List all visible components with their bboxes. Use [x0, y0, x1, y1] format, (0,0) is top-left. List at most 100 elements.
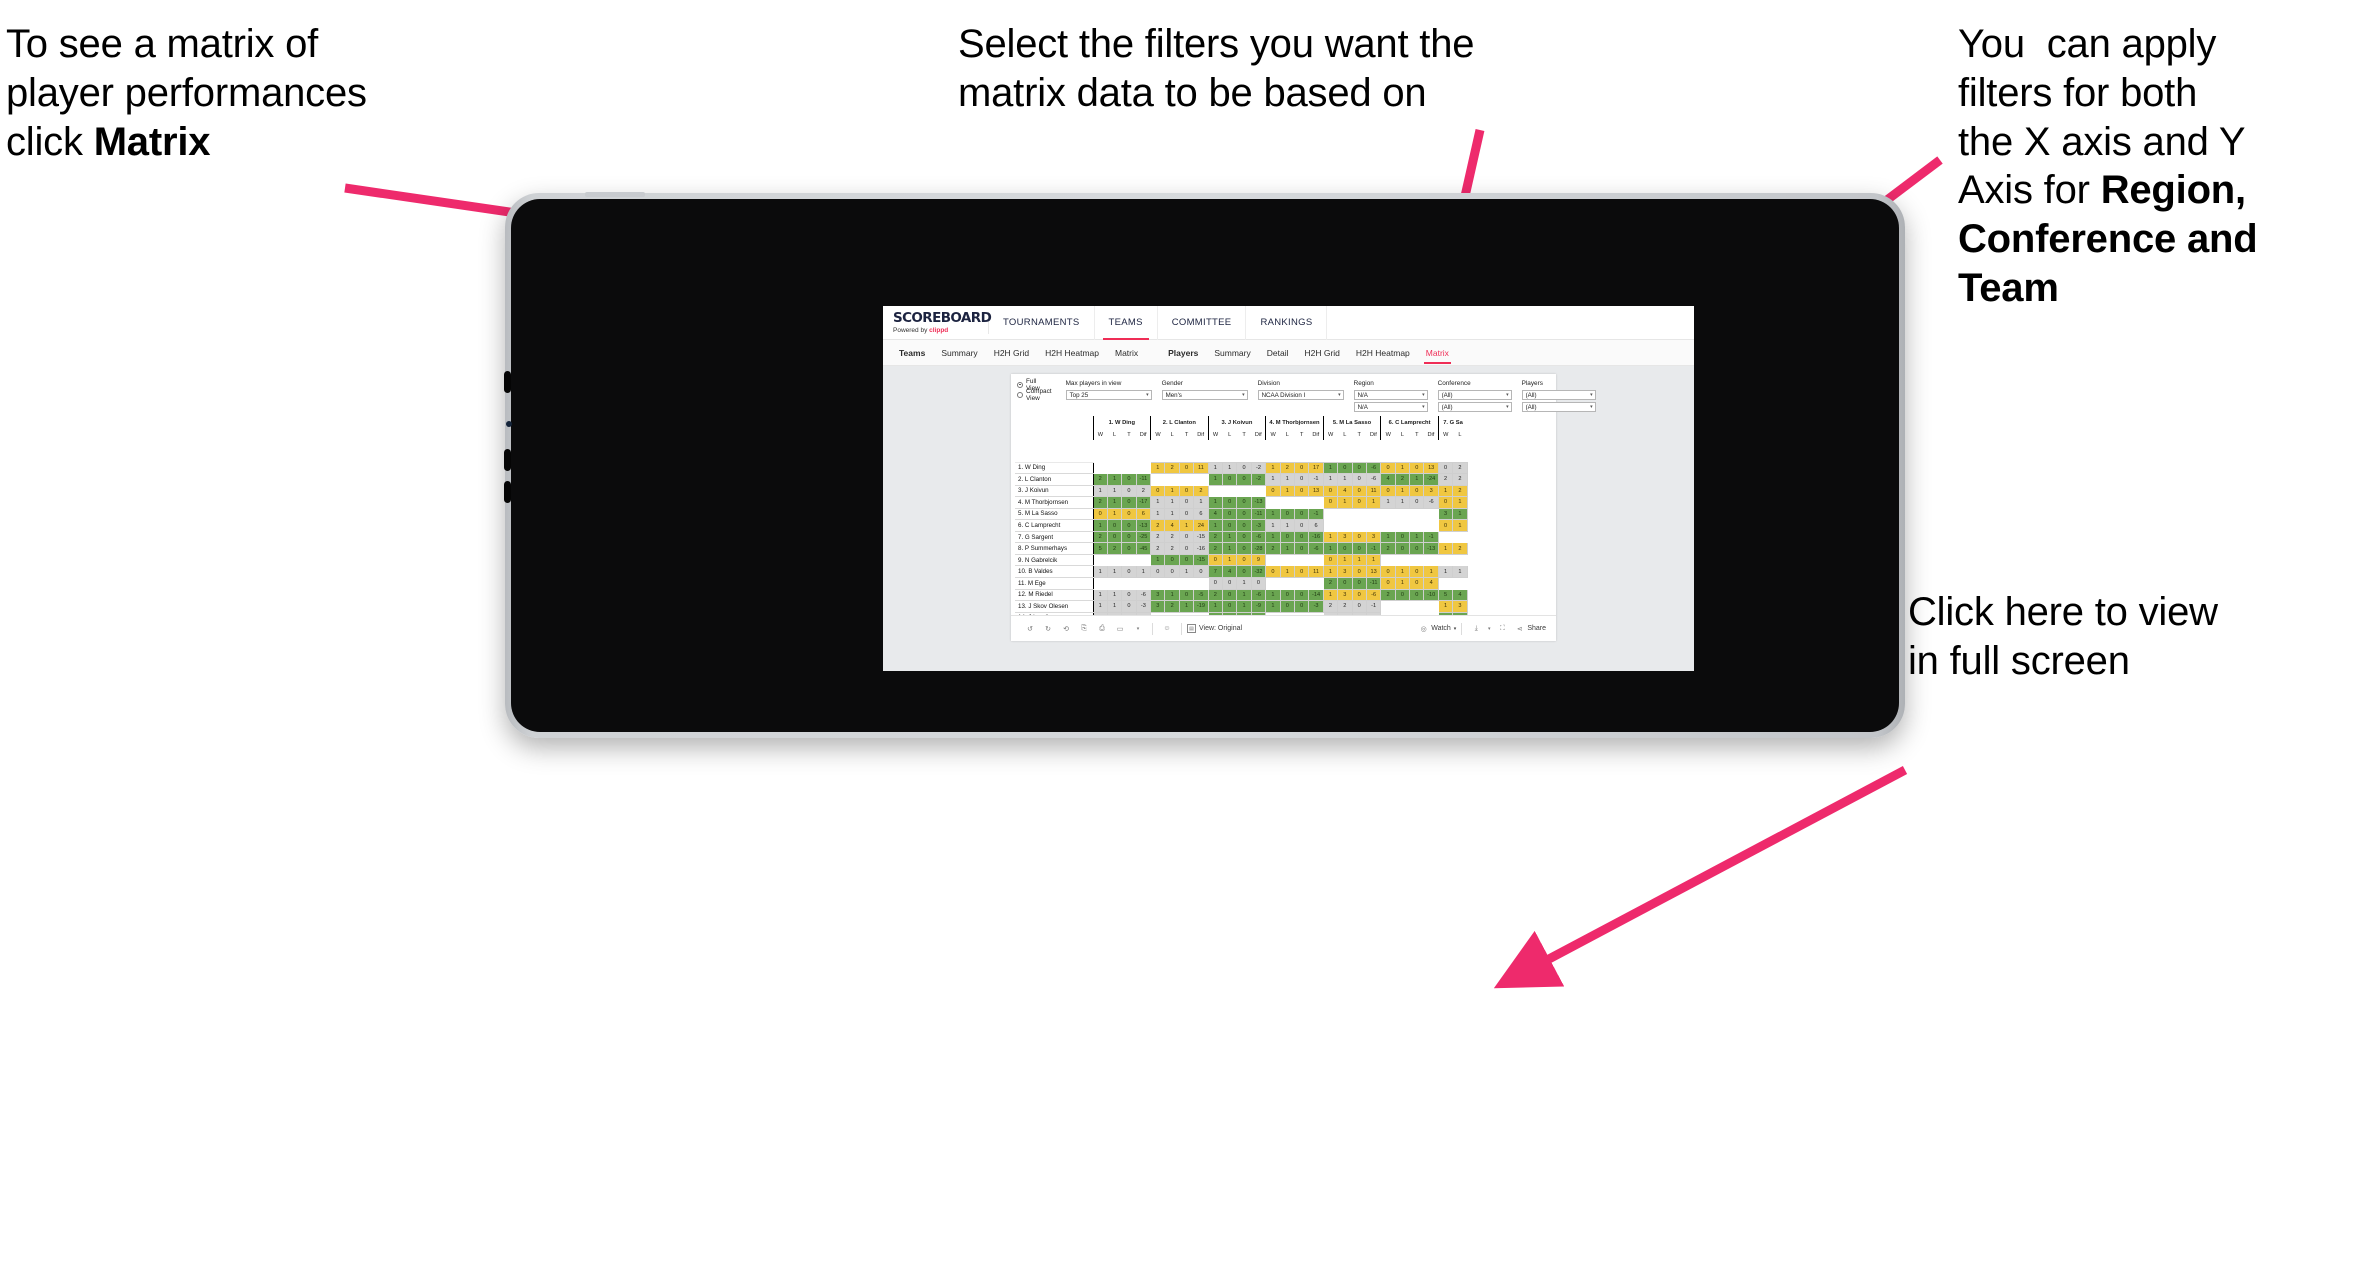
matrix-cell[interactable]: 0: [1236, 507, 1252, 521]
matrix-cell[interactable]: [1279, 576, 1295, 590]
matrix-cell[interactable]: [1423, 553, 1439, 567]
matrix-cell[interactable]: 4: [1164, 519, 1180, 532]
matrix-cell[interactable]: 0: [1293, 588, 1310, 602]
matrix-cell[interactable]: -11: [1250, 507, 1267, 521]
matrix-cell[interactable]: 3: [1452, 600, 1468, 613]
matrix-cell[interactable]: [1337, 507, 1353, 521]
matrix-cell[interactable]: -11: [1135, 473, 1152, 486]
matrix-cell[interactable]: -13: [1135, 519, 1152, 532]
revert-icon[interactable]: ⟲: [1057, 620, 1075, 638]
refresh-icon[interactable]: ⎘: [1075, 620, 1093, 638]
matrix-cell[interactable]: 3: [1337, 530, 1353, 544]
matrix-cell[interactable]: -1: [1365, 600, 1382, 613]
filter-division-select[interactable]: NCAA Division I ▾: [1257, 390, 1344, 400]
matrix-cell[interactable]: 1: [1337, 473, 1353, 486]
matrix-cell[interactable]: 0: [1293, 530, 1310, 544]
matrix-cell[interactable]: 0: [1164, 553, 1180, 567]
matrix-cell[interactable]: 11: [1193, 461, 1209, 475]
matrix-cell[interactable]: 0: [1293, 600, 1310, 613]
matrix-cell[interactable]: 0: [1351, 576, 1367, 590]
matrix-cell[interactable]: [1106, 576, 1123, 590]
matrix-cell[interactable]: [1106, 553, 1123, 567]
tablet-volume-down-button[interactable]: [504, 481, 511, 503]
matrix-cell[interactable]: 0: [1178, 496, 1195, 509]
matrix-cell[interactable]: 4: [1207, 507, 1224, 521]
radio-compact-view[interactable]: Compact View: [1017, 388, 1052, 402]
matrix-cell[interactable]: 0: [1121, 519, 1137, 532]
matrix-cell[interactable]: 1: [1322, 542, 1339, 555]
matrix-cell[interactable]: -28: [1250, 542, 1267, 555]
matrix-cell[interactable]: [1135, 576, 1152, 590]
matrix-cell[interactable]: 1: [1222, 553, 1238, 567]
matrix-cell[interactable]: 0: [1351, 565, 1367, 578]
matrix-cell[interactable]: 1: [1150, 553, 1166, 567]
matrix-cell[interactable]: 2: [1164, 542, 1180, 555]
fullscreen-icon[interactable]: ⛶: [1493, 620, 1511, 638]
matrix-cell[interactable]: 0: [1351, 530, 1367, 544]
matrix-cell[interactable]: -6: [1365, 588, 1382, 602]
matrix-cell[interactable]: [1394, 507, 1411, 521]
matrix-cell[interactable]: 0: [1236, 542, 1252, 555]
matrix-cell[interactable]: 1: [1092, 565, 1108, 578]
matrix-cell[interactable]: 11: [1365, 484, 1382, 498]
matrix-cell[interactable]: [1365, 519, 1382, 532]
matrix-cell[interactable]: 1: [1279, 519, 1295, 532]
matrix-cell[interactable]: 0: [1121, 530, 1137, 544]
matrix-cell[interactable]: -10: [1423, 588, 1439, 602]
matrix-cell[interactable]: 7: [1207, 565, 1224, 578]
matrix-cell[interactable]: [1265, 496, 1281, 509]
matrix-cell[interactable]: 0: [1236, 553, 1252, 567]
matrix-cell[interactable]: [1121, 461, 1137, 475]
matrix-cell[interactable]: 1: [1207, 461, 1224, 475]
matrix-cell[interactable]: 0: [1193, 565, 1209, 578]
matrix-cell[interactable]: 2: [1150, 519, 1166, 532]
download-icon[interactable]: ⤓: [1467, 620, 1485, 638]
nav-item-committee[interactable]: COMMITTEE: [1158, 306, 1247, 340]
device-icon[interactable]: ▭: [1111, 620, 1129, 638]
matrix-cell[interactable]: 1: [1337, 553, 1353, 567]
matrix-cell[interactable]: -16: [1193, 542, 1209, 555]
matrix-cell[interactable]: 0: [1351, 496, 1367, 509]
matrix-cell[interactable]: 0: [1121, 496, 1137, 509]
matrix-cell[interactable]: -24: [1423, 473, 1439, 486]
matrix-cell[interactable]: 0: [1351, 588, 1367, 602]
matrix-cell[interactable]: 9: [1250, 553, 1267, 567]
matrix-cell[interactable]: 5: [1092, 542, 1108, 555]
matrix-cell[interactable]: 1: [1380, 530, 1396, 544]
filter-region-y-select[interactable]: N/A ▾: [1353, 402, 1428, 412]
matrix-cell[interactable]: 2: [1193, 484, 1209, 498]
matrix-cell[interactable]: -6: [1423, 496, 1439, 509]
matrix-cell[interactable]: 4: [1423, 576, 1439, 590]
matrix-cell[interactable]: 1: [1164, 507, 1180, 521]
matrix-cell[interactable]: 0: [1409, 588, 1425, 602]
matrix-cell[interactable]: 1: [1394, 484, 1411, 498]
matrix-cell[interactable]: 0: [1409, 542, 1425, 555]
matrix-cell[interactable]: 1: [1394, 576, 1411, 590]
matrix-cell[interactable]: 1: [1150, 507, 1166, 521]
matrix-cell[interactable]: 1: [1279, 565, 1295, 578]
matrix-cell[interactable]: 0: [1250, 576, 1267, 590]
matrix-cell[interactable]: [1380, 553, 1396, 567]
tablet-volume-up-button[interactable]: [504, 449, 511, 471]
matrix-cell[interactable]: -32: [1250, 565, 1267, 578]
matrix-cell[interactable]: [1394, 600, 1411, 613]
matrix-cell[interactable]: 0: [1322, 496, 1339, 509]
matrix-cell[interactable]: 0: [1178, 588, 1195, 602]
matrix-cell[interactable]: 0: [1409, 461, 1425, 475]
matrix-cell[interactable]: 0: [1178, 530, 1195, 544]
matrix-cell[interactable]: -5: [1193, 588, 1209, 602]
matrix-cell[interactable]: 0: [1409, 565, 1425, 578]
matrix-cell[interactable]: 0: [1337, 542, 1353, 555]
matrix-cell[interactable]: 0: [1351, 600, 1367, 613]
matrix-table-container[interactable]: 1. W Ding 2. L Clanton 3. J Koivun 4. M Tho…: [1011, 416, 1556, 615]
matrix-cell[interactable]: [1409, 553, 1425, 567]
matrix-cell[interactable]: [1452, 576, 1468, 590]
nav-item-tournaments[interactable]: TOURNAMENTS: [989, 306, 1095, 340]
matrix-cell[interactable]: 3: [1337, 588, 1353, 602]
matrix-cell[interactable]: [1121, 576, 1137, 590]
matrix-cell[interactable]: -6: [1250, 588, 1267, 602]
matrix-cell[interactable]: 1: [1265, 461, 1281, 475]
filter-players-x-select[interactable]: (All) ▾: [1521, 390, 1596, 400]
matrix-cell[interactable]: 1: [1423, 565, 1439, 578]
matrix-cell[interactable]: 0: [1236, 473, 1252, 486]
